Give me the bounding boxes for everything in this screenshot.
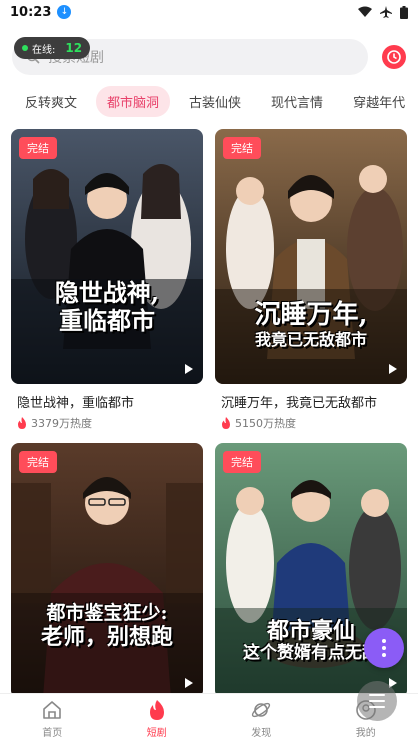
status-badge: 完结 xyxy=(223,451,261,473)
airplane-icon xyxy=(380,6,392,18)
poster-title-line-2: 我竟已无敌都市 xyxy=(254,329,367,349)
category-tabs: 反转爽文 都市脑洞 古装仙侠 现代言情 穿越年代 xyxy=(0,85,418,117)
bottom-navigation: 首页 短剧 发现 我的 xyxy=(0,693,418,743)
heat-value: 3379万热度 xyxy=(31,417,92,430)
fire-icon xyxy=(222,417,230,429)
nav-label: 首页 xyxy=(42,727,63,739)
tab-time-travel[interactable]: 穿越年代 xyxy=(342,86,416,117)
nav-label: 发现 xyxy=(251,727,272,739)
heat-value: 5150万热度 xyxy=(235,417,296,430)
nav-short-drama[interactable]: 短剧 xyxy=(127,699,187,739)
drama-grid: 完结 隐世战神, 重临都市 隐世战神，重临都市 3379万热度 完结 沉睡万年,… xyxy=(11,129,407,698)
drama-poster[interactable]: 完结 沉睡万年, 我竟已无敌都市 xyxy=(215,129,407,384)
status-badge: 完结 xyxy=(223,137,261,159)
clock-icon xyxy=(387,50,401,64)
planet-icon xyxy=(252,702,271,717)
online-label: 在线: xyxy=(32,44,56,56)
status-bar: 10:23 ↓ xyxy=(0,0,418,24)
drama-card[interactable]: 完结 隐世战神, 重临都市 隐世战神，重临都市 3379万热度 xyxy=(11,129,203,431)
wifi-icon xyxy=(358,6,372,17)
drama-heat: 5150万热度 xyxy=(221,415,407,431)
tab-romance[interactable]: 现代言情 xyxy=(260,86,334,117)
fire-icon xyxy=(18,417,26,429)
poster-title: 都市鉴宝狂少: 老师，别想跑 xyxy=(11,602,203,650)
tab-costume[interactable]: 古装仙侠 xyxy=(178,86,252,117)
poster-title: 隐世战神, 重临都市 xyxy=(11,279,203,334)
status-indicators xyxy=(358,5,408,19)
poster-title-line-2: 重临都市 xyxy=(59,305,155,335)
play-icon xyxy=(389,364,397,374)
drama-title: 隐世战神，重临都市 xyxy=(17,396,135,411)
menu-line-icon xyxy=(369,694,385,696)
tab-reversal[interactable]: 反转爽文 xyxy=(14,86,88,117)
more-options-button[interactable] xyxy=(364,628,404,668)
poster-title-line-1: 都市鉴宝狂少: xyxy=(46,602,168,624)
history-button[interactable] xyxy=(382,45,406,69)
drama-heat: 3379万热度 xyxy=(17,415,203,431)
drama-card[interactable]: 完结 都市鉴宝狂少: 老师，别想跑 xyxy=(11,443,203,698)
status-badge: 完结 xyxy=(19,451,57,473)
floating-menu-button[interactable] xyxy=(357,681,397,721)
dot-icon xyxy=(382,639,386,643)
flame-icon xyxy=(149,699,164,720)
play-icon xyxy=(185,678,193,688)
nav-home[interactable]: 首页 xyxy=(22,699,82,739)
tab-urban[interactable]: 都市脑洞 xyxy=(96,85,171,117)
nav-label: 我的 xyxy=(355,727,376,739)
nav-discover[interactable]: 发现 xyxy=(231,699,291,739)
home-icon xyxy=(43,700,62,719)
drama-poster[interactable]: 完结 都市鉴宝狂少: 老师，别想跑 xyxy=(11,443,203,698)
status-badge: 完结 xyxy=(19,137,57,159)
poster-artwork xyxy=(11,129,203,384)
online-count-badge: 在线: 12 xyxy=(14,37,91,59)
online-count: 12 xyxy=(65,41,83,55)
dot-icon xyxy=(382,653,386,657)
drama-card[interactable]: 完结 沉睡万年, 我竟已无敌都市 沉睡万年，我竟已无敌都市 5150万热度 xyxy=(215,129,407,431)
status-time: 10:23 xyxy=(10,4,52,20)
poster-title: 沉睡万年, 我竟已无敌都市 xyxy=(215,300,407,349)
menu-line-icon xyxy=(369,706,385,708)
notification-app-icon: ↓ xyxy=(57,5,72,19)
poster-artwork xyxy=(11,443,203,698)
nav-label: 短剧 xyxy=(146,727,167,739)
online-dot-icon xyxy=(22,45,28,51)
poster-title-line-2: 老师，别想跑 xyxy=(40,623,173,650)
poster-title-line-1: 沉睡万年, xyxy=(254,300,368,330)
dot-icon xyxy=(382,646,386,650)
menu-line-icon xyxy=(369,700,385,702)
battery-icon xyxy=(400,5,408,19)
drama-title: 沉睡万年，我竟已无敌都市 xyxy=(221,396,378,411)
play-icon xyxy=(185,364,193,374)
poster-title-line-1: 隐世战神, xyxy=(54,278,160,307)
drama-poster[interactable]: 完结 隐世战神, 重临都市 xyxy=(11,129,203,384)
